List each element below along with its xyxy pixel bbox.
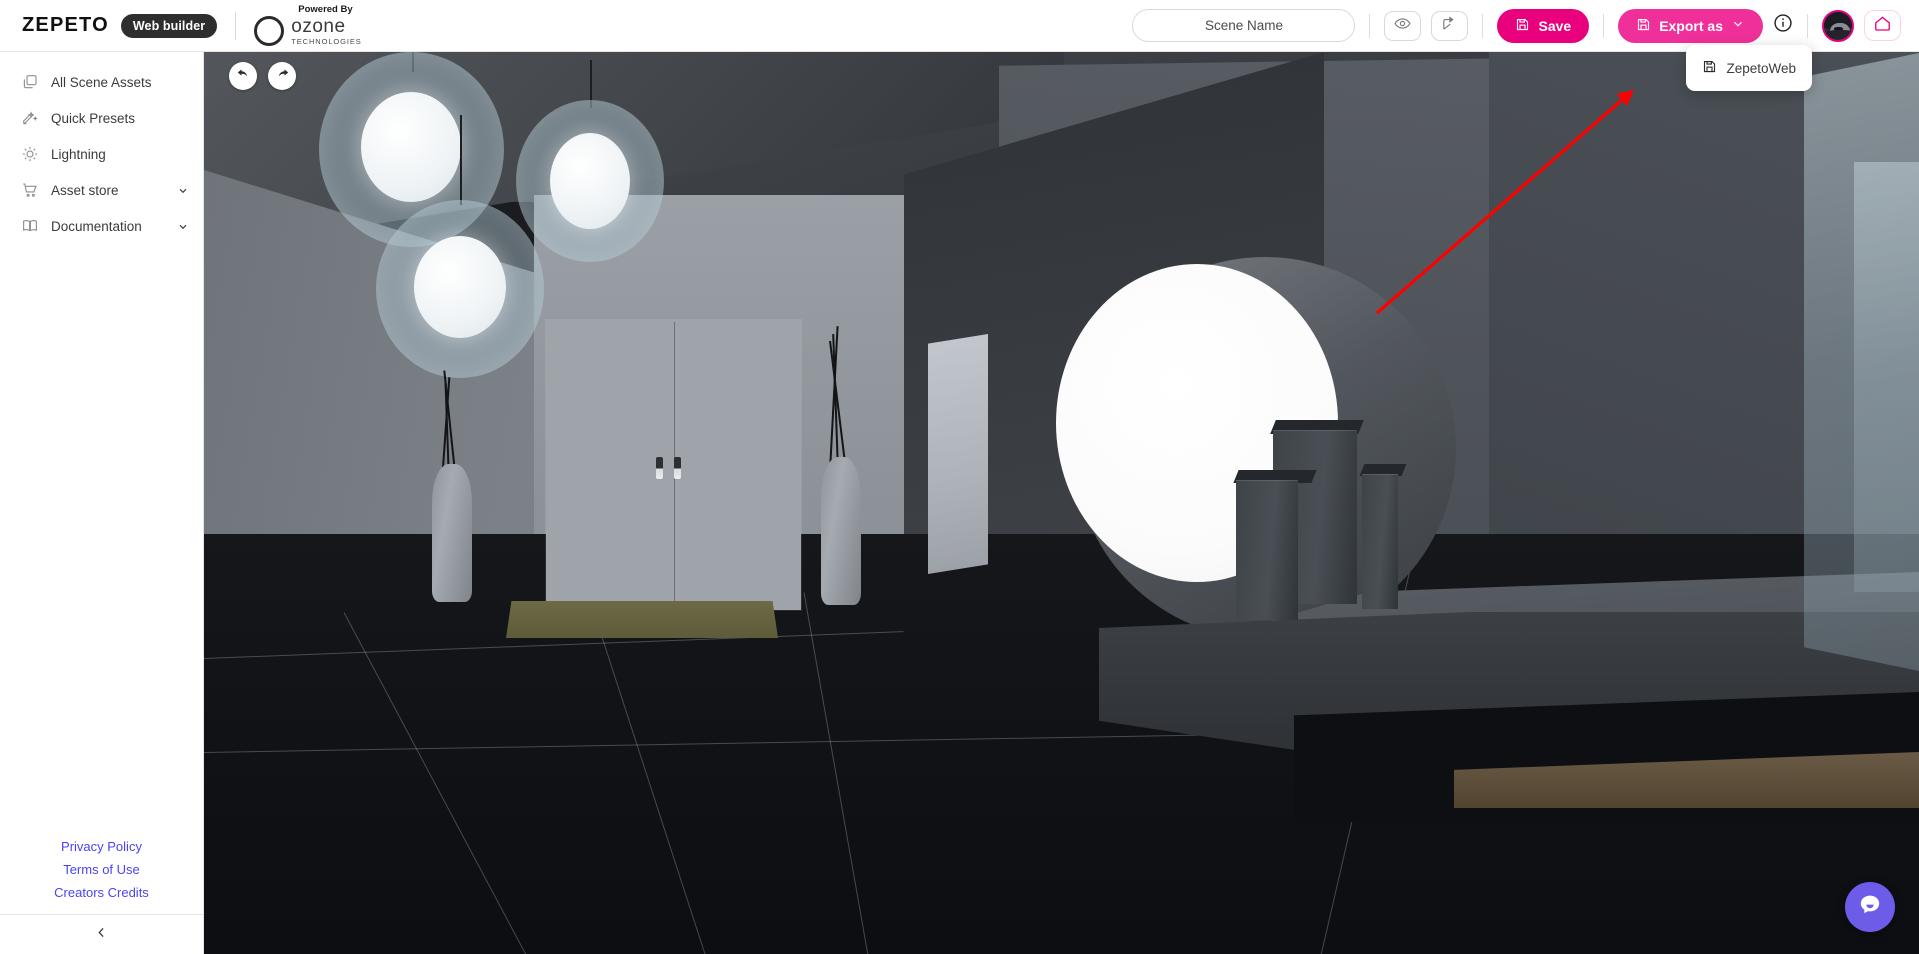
redo-icon <box>274 65 291 87</box>
share-icon <box>1441 15 1458 37</box>
scene-vase-left <box>432 464 472 602</box>
scene-vase-right <box>821 457 861 605</box>
scene-wall-panel <box>928 334 988 574</box>
lamp-cord <box>460 115 462 205</box>
creators-credits-link[interactable]: Creators Credits <box>54 885 149 900</box>
chevron-left-icon <box>94 925 109 945</box>
share-button[interactable] <box>1431 10 1469 41</box>
info-icon <box>1773 13 1793 38</box>
sidebar-item-asset-store[interactable]: Asset store <box>0 172 203 208</box>
save-button[interactable]: Save <box>1497 8 1590 43</box>
sidebar-item-label: Lightning <box>51 146 106 162</box>
sidebar-item-quick-presets[interactable]: Quick Presets <box>0 100 203 136</box>
brand-name: ZEPETO <box>22 14 109 36</box>
door-handle-left <box>656 457 663 479</box>
support-chat-button[interactable] <box>1845 882 1895 932</box>
home-icon <box>1873 14 1892 38</box>
sidebar-footer: Privacy Policy Terms of Use Creators Cre… <box>0 839 203 914</box>
scene-box-short <box>1236 480 1298 620</box>
sidebar-item-label: Documentation <box>51 218 142 234</box>
terms-of-use-link[interactable]: Terms of Use <box>63 862 140 877</box>
ozone-ring-icon <box>254 16 285 46</box>
partner-logo: ozone TECHNOLOGIES <box>254 16 361 46</box>
export-menu-item-label: ZepetoWeb <box>1726 60 1796 76</box>
save-button-label: Save <box>1538 17 1572 34</box>
lamp-bulb <box>550 133 630 229</box>
pendant-lamp-3 <box>376 115 544 385</box>
actions-divider-1 <box>1369 13 1371 38</box>
export-dropdown-menu: ZepetoWeb <box>1686 45 1812 91</box>
info-button[interactable] <box>1773 13 1793 38</box>
brand-block: ZEPETO Web builder <box>22 13 218 38</box>
cart-icon <box>20 181 39 200</box>
partner-name: ozone <box>291 15 346 37</box>
scene-name-input[interactable] <box>1132 9 1356 42</box>
app-header: ZEPETO Web builder Powered By ozone TECH… <box>0 0 1919 91</box>
undo-button[interactable] <box>229 62 257 90</box>
magic-wand-icon <box>20 109 39 128</box>
sidebar: All Scene Assets Quick Presets Lightning… <box>0 52 204 954</box>
scene-doormat <box>506 601 778 638</box>
redo-button[interactable] <box>268 62 296 90</box>
save-disk-icon <box>1515 17 1530 35</box>
save-disk-icon <box>1702 59 1717 77</box>
scene-glass-partition-inner <box>1854 162 1919 592</box>
sidebar-item-all-scene-assets[interactable]: All Scene Assets <box>0 64 203 100</box>
brand-badge: Web builder <box>120 13 218 38</box>
scene-viewport[interactable] <box>204 52 1919 954</box>
actions-divider-4 <box>1807 13 1808 38</box>
sidebar-item-label: All Scene Assets <box>51 74 152 90</box>
book-icon <box>20 217 39 236</box>
actions-divider-3 <box>1603 13 1605 38</box>
chat-bubble-icon <box>1857 892 1883 923</box>
export-menu-item-zepetoweb[interactable]: ZepetoWeb <box>1686 53 1812 83</box>
lamp-bulb <box>361 92 461 202</box>
home-button[interactable] <box>1864 10 1901 41</box>
door-handle-right <box>674 457 681 479</box>
privacy-policy-link[interactable]: Privacy Policy <box>61 839 142 854</box>
sidebar-item-label: Quick Presets <box>51 110 136 126</box>
avatar-chin <box>1824 29 1852 40</box>
header-divider <box>235 11 237 40</box>
eye-icon <box>1394 15 1412 37</box>
undo-icon <box>235 65 252 87</box>
avatar[interactable] <box>1822 9 1854 42</box>
chevron-down-icon <box>1731 17 1745 34</box>
partner-subtitle: TECHNOLOGIES <box>291 36 362 46</box>
header-actions: Save Export as <box>1132 8 1901 43</box>
app-root: ZEPETO Web builder Powered By ozone TECH… <box>0 0 1919 954</box>
sidebar-item-documentation[interactable]: Documentation <box>0 208 203 244</box>
export-disk-icon <box>1636 17 1651 35</box>
lamp-bulb <box>414 236 506 338</box>
layers-icon <box>20 73 39 92</box>
chevron-down-icon <box>177 220 189 232</box>
app-body: All Scene Assets Quick Presets Lightning… <box>0 52 1919 954</box>
export-as-label: Export as <box>1659 17 1723 34</box>
sun-icon <box>20 145 39 164</box>
sidebar-item-lightning[interactable]: Lightning <box>0 136 203 172</box>
history-controls <box>229 62 296 90</box>
sidebar-item-label: Asset store <box>51 182 119 198</box>
scene-box-narrow <box>1362 474 1398 609</box>
export-as-button[interactable]: Export as <box>1618 8 1763 43</box>
3d-scene-render <box>204 52 1919 954</box>
chevron-down-icon <box>177 184 189 196</box>
actions-divider-2 <box>1482 13 1484 38</box>
sidebar-items: All Scene Assets Quick Presets Lightning… <box>0 52 203 244</box>
sidebar-collapse-button[interactable] <box>0 914 203 954</box>
preview-button[interactable] <box>1384 10 1422 41</box>
powered-by-label: Powered By <box>298 4 353 15</box>
powered-by-block: Powered By ozone TECHNOLOGIES <box>254 5 361 46</box>
